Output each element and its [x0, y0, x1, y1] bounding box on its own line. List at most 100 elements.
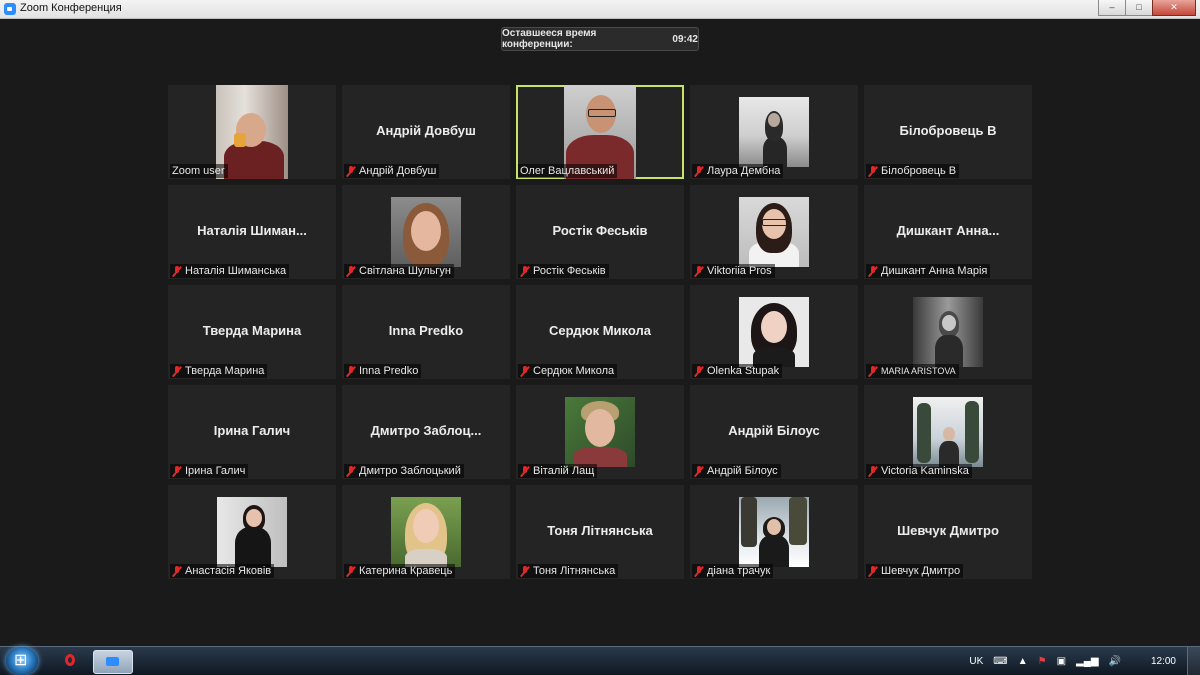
remaining-time-value: 09:42 — [672, 33, 698, 45]
muted-mic-icon — [694, 365, 704, 377]
participant-video — [739, 497, 809, 567]
participant-name-label: MARIA ARISTOVA — [866, 364, 959, 378]
participant-tile[interactable]: MARIA ARISTOVA — [864, 285, 1032, 379]
participant-name-label: Лаура Дембна — [692, 164, 784, 178]
muted-mic-icon — [172, 465, 182, 477]
participant-tile[interactable]: Zoom user — [168, 85, 336, 179]
participant-tile[interactable]: Віталій Лащ — [516, 385, 684, 479]
muted-mic-icon — [694, 565, 704, 577]
participant-tile-active-speaker[interactable]: Олег Вацлавський — [516, 85, 684, 179]
zoom-app-icon — [4, 3, 16, 15]
zoom-taskbar-button[interactable] — [93, 650, 133, 674]
participant-tile[interactable]: Катерина Кравець — [342, 485, 510, 579]
participant-display-name: Тверда Марина — [202, 323, 302, 338]
muted-mic-icon — [172, 265, 182, 277]
muted-mic-icon — [520, 565, 530, 577]
participant-tile[interactable]: Андрій Довбуш Андрій Довбуш — [342, 85, 510, 179]
clock[interactable]: 12:00 — [1151, 656, 1176, 667]
muted-mic-icon — [694, 465, 704, 477]
participant-name-label: Анастасія Яковів — [170, 564, 275, 578]
participant-tile[interactable]: Дмитро Заблоц... Дмитро Заблоцький — [342, 385, 510, 479]
participant-video — [391, 197, 461, 267]
participant-tile[interactable]: Білобровець В Білобровець В — [864, 85, 1032, 179]
keyboard-icon[interactable]: ⌨ — [993, 656, 1007, 667]
language-indicator[interactable]: UK — [969, 656, 983, 667]
participant-name-label: Дмитро Заблоцький — [344, 464, 464, 478]
participant-tile[interactable]: Дишкант Анна... Дишкант Анна Марія — [864, 185, 1032, 279]
participant-name-label: Шевчук Дмитро — [866, 564, 964, 578]
muted-mic-icon — [694, 165, 704, 177]
participant-display-name: Дишкант Анна... — [896, 223, 1000, 238]
close-button[interactable]: ✕ — [1152, 0, 1196, 16]
participant-display-name: Тоня Літнянська — [547, 523, 653, 538]
signal-icon[interactable]: ▂▄▆ — [1076, 656, 1098, 667]
muted-mic-icon — [346, 365, 356, 377]
participant-name-label: Андрій Довбуш — [344, 164, 440, 178]
participant-tile[interactable]: Анастасія Яковів — [168, 485, 336, 579]
muted-mic-icon — [694, 265, 704, 277]
participant-display-name: Андрій Довбуш — [376, 123, 476, 138]
muted-mic-icon — [868, 365, 878, 377]
flag-icon[interactable]: ⚑ — [1038, 656, 1047, 667]
muted-mic-icon — [172, 365, 182, 377]
muted-mic-icon — [346, 165, 356, 177]
muted-mic-icon — [346, 265, 356, 277]
participant-tile[interactable]: Наталія Шиман... Наталія Шиманська — [168, 185, 336, 279]
remaining-time-banner: Оставшееся время конференции: 09:42 — [501, 27, 699, 51]
participant-name-label: Viktoriia Pros — [692, 264, 775, 278]
participant-tile[interactable]: Viktoriia Pros — [690, 185, 858, 279]
arrow-up-icon[interactable]: ▲ — [1018, 656, 1028, 667]
start-button[interactable] — [6, 647, 38, 675]
participant-display-name: Ірина Галич — [213, 423, 291, 438]
participant-video — [739, 97, 809, 167]
gallery-view: Zoom user Андрій Довбуш Андрій Довбуш Ол… — [168, 85, 1032, 581]
muted-mic-icon — [172, 565, 182, 577]
participant-name-label: Inna Predko — [344, 364, 422, 378]
volume-icon[interactable]: 🔊 — [1109, 656, 1121, 667]
participant-tile[interactable]: Андрій Білоус Андрій Білоус — [690, 385, 858, 479]
network-icon[interactable]: ▣ — [1057, 656, 1066, 667]
participant-name-label: діана трачук — [692, 564, 774, 578]
participant-display-name: Дмитро Заблоц... — [370, 423, 482, 438]
minimize-button[interactable]: – — [1098, 0, 1126, 16]
opera-browser-icon[interactable] — [58, 650, 84, 672]
participant-tile[interactable]: Тверда Марина Тверда Марина — [168, 285, 336, 379]
maximize-button[interactable]: □ — [1125, 0, 1153, 16]
participant-display-name: Ростік Феськів — [552, 223, 648, 238]
participant-tile[interactable]: Сердюк Микола Сердюк Микола — [516, 285, 684, 379]
participant-tile[interactable]: Лаура Дембна — [690, 85, 858, 179]
window-controls: – □ ✕ — [1098, 0, 1196, 16]
participant-tile[interactable]: Ірина Галич Ірина Галич — [168, 385, 336, 479]
participant-video — [913, 397, 983, 467]
participant-name-label: Ростік Феськів — [518, 264, 609, 278]
participant-video — [739, 297, 809, 367]
participant-tile[interactable]: Inna Predko Inna Predko — [342, 285, 510, 379]
window-title: Zoom Конференция — [20, 2, 122, 14]
show-desktop-button[interactable] — [1187, 647, 1200, 675]
participant-tile[interactable]: Olenka Stupak — [690, 285, 858, 379]
participant-display-name: Андрій Білоус — [728, 423, 820, 438]
participant-name-label: Катерина Кравець — [344, 564, 456, 578]
participant-tile[interactable]: Тоня Літнянська Тоня Літнянська — [516, 485, 684, 579]
participant-tile[interactable]: Світлана Шульгун — [342, 185, 510, 279]
title-bar: Zoom Конференция – □ ✕ — [0, 0, 1200, 19]
participant-display-name: Білобровець В — [899, 123, 997, 138]
participant-video — [739, 197, 809, 267]
participant-tile[interactable]: Victoria Kaminska — [864, 385, 1032, 479]
participant-tile[interactable]: Ростік Феськів Ростік Феськів — [516, 185, 684, 279]
muted-mic-icon — [520, 465, 530, 477]
participant-display-name: Шевчук Дмитро — [897, 523, 999, 538]
participant-name-label: Тоня Літнянська — [518, 564, 619, 578]
participant-tile[interactable]: Шевчук Дмитро Шевчук Дмитро — [864, 485, 1032, 579]
participant-display-name: Сердюк Микола — [549, 323, 651, 338]
participant-name-label: Дишкант Анна Марія — [866, 264, 991, 278]
muted-mic-icon — [520, 265, 530, 277]
muted-mic-icon — [868, 465, 878, 477]
participant-tile[interactable]: діана трачук — [690, 485, 858, 579]
participant-name-label: Тверда Марина — [170, 364, 268, 378]
participant-video — [217, 497, 287, 567]
remaining-time-label: Оставшееся время конференции: — [502, 28, 597, 50]
muted-mic-icon — [520, 365, 530, 377]
participant-name-label: Наталія Шиманська — [170, 264, 290, 278]
participant-display-name: Наталія Шиман... — [197, 223, 307, 238]
